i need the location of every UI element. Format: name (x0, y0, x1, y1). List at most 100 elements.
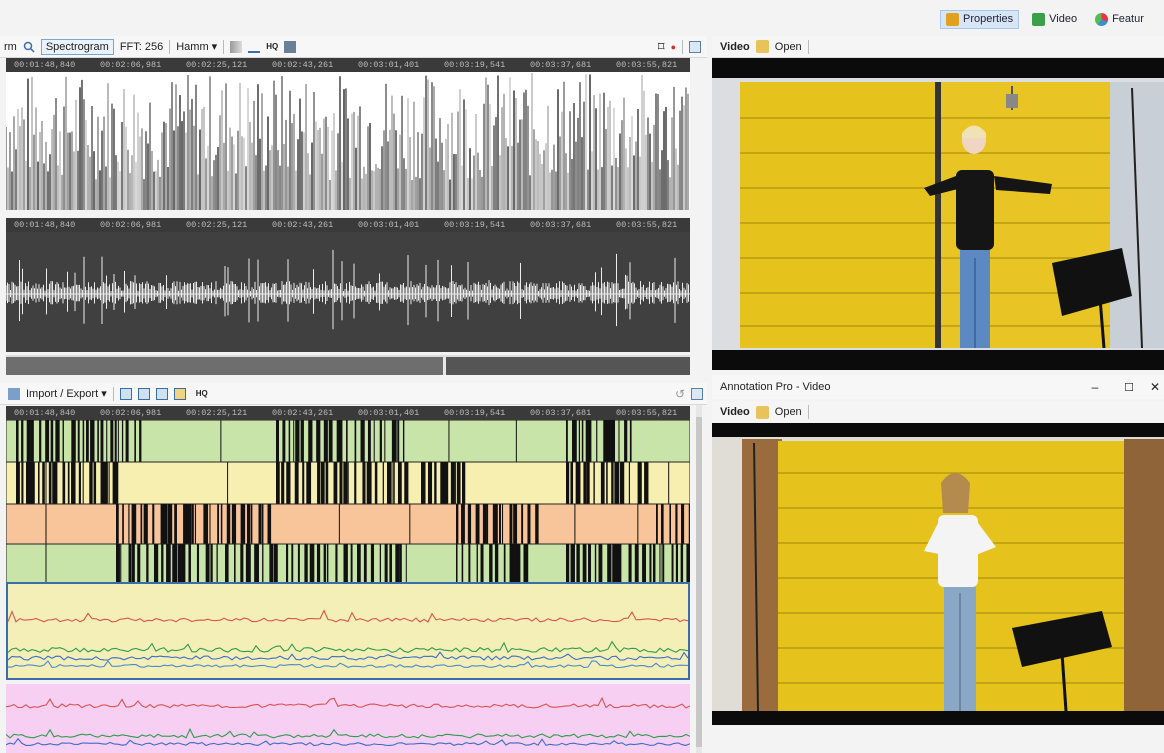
toolbar-separator (807, 39, 809, 54)
import-export-label: Import / Export (26, 388, 99, 400)
panel-icon[interactable] (689, 40, 701, 53)
time-ruler: 00:01:48,840 00:02:06,981 00:02:25,121 00:0… (6, 406, 690, 420)
toolbar-separator (223, 39, 225, 54)
import-export-icon (8, 387, 20, 400)
video-label: Video (720, 406, 750, 418)
video-icon (1032, 12, 1046, 26)
time-tick-label: 00:02:25,121 (186, 220, 248, 230)
time-tick-label: 00:03:01,401 (358, 220, 420, 230)
video-player-bottom[interactable] (712, 423, 1164, 725)
spectrogram-button[interactable]: Spectrogram (40, 38, 114, 55)
fft-size-dropdown[interactable]: FFT: 256 (120, 41, 163, 53)
toolbar-separator (169, 39, 171, 54)
features-icon (1095, 12, 1109, 26)
toolbar-separator (112, 386, 114, 401)
waveform-view[interactable] (6, 232, 690, 352)
feature-lines (6, 684, 690, 753)
tab-video[interactable]: Video (1027, 11, 1082, 28)
feature-lines (8, 584, 688, 678)
scrollbar-thumb[interactable] (6, 357, 446, 375)
time-tick-label: 00:02:43,261 (272, 408, 334, 418)
time-tick-label: 00:01:48,840 (14, 60, 76, 70)
time-tick-label: 00:03:19,541 (444, 60, 506, 70)
layer-list-icon[interactable] (119, 387, 132, 400)
contrast-icon[interactable] (230, 40, 243, 53)
video-toolbar: Video Open (712, 401, 1164, 423)
image-icon[interactable] (284, 40, 297, 53)
time-tick-label: 00:02:43,261 (272, 60, 334, 70)
spectrogram-view[interactable] (6, 72, 690, 210)
video-frame-image (712, 58, 1164, 370)
scrollbar-thumb[interactable] (696, 417, 702, 747)
window-title: Annotation Pro - Video (720, 381, 831, 393)
time-tick-label: 00:01:48,840 (14, 408, 76, 418)
properties-icon (946, 12, 959, 26)
annotation-tiers[interactable] (6, 420, 690, 585)
time-tick-label: 00:03:55,821 (616, 408, 678, 418)
time-tick-label: 00:02:43,261 (272, 220, 334, 230)
zoom-icon[interactable] (23, 41, 35, 53)
hq-label[interactable]: HQ (196, 389, 208, 398)
edit-icon[interactable] (137, 387, 150, 400)
time-tick-label: 00:02:25,121 (186, 60, 248, 70)
time-tick-label: 00:02:25,121 (186, 408, 248, 418)
time-tick-label: 00:03:19,541 (444, 220, 506, 230)
time-tick-label: 00:03:37,681 (530, 60, 592, 70)
panel-tab-bar: Properties Video Featur (940, 8, 1149, 30)
time-tick-label: 00:03:01,401 (358, 408, 420, 418)
maximize-button[interactable]: ☐ (1112, 381, 1146, 394)
folder-icon (755, 405, 769, 419)
window-function-dropdown[interactable]: Hamm ▾ (176, 40, 217, 53)
spectrogram-toolbar: rm Spectrogram FFT: 256 Hamm ▾ HQ ⌑ ● (0, 36, 707, 58)
annotation-toolbar: Import / Export ▾ HQ ↺ (0, 383, 707, 405)
overview-scrollbar[interactable] (6, 355, 690, 375)
video-toolbar: Video Open (712, 36, 1164, 58)
record-icon[interactable]: ● (671, 42, 676, 52)
video-player-top[interactable] (712, 58, 1164, 370)
time-tick-label: 00:03:37,681 (530, 408, 592, 418)
baseline-icon[interactable] (248, 41, 261, 53)
waveform-view-label[interactable]: rm (4, 41, 17, 53)
refresh-icon[interactable]: ↺ (675, 387, 685, 401)
tab-properties[interactable]: Properties (940, 9, 1020, 29)
open-button[interactable]: Open (775, 406, 802, 418)
time-tick-label: 00:03:19,541 (444, 408, 506, 418)
segment-icon[interactable] (155, 387, 168, 400)
hq-label[interactable]: HQ (266, 42, 278, 51)
spectrogram-image (6, 72, 689, 210)
time-tick-label: 00:02:06,981 (100, 408, 162, 418)
time-tick-label: 00:03:55,821 (616, 60, 678, 70)
time-tick-label: 00:03:55,821 (616, 220, 678, 230)
time-tick-label: 00:02:06,981 (100, 60, 162, 70)
pencil-icon[interactable] (173, 387, 186, 400)
feature-plot-pink[interactable] (6, 684, 690, 753)
panel-icon[interactable] (691, 387, 703, 400)
video-label: Video (720, 40, 750, 53)
video-window: Annotation Pro - Video – ☐ ✕ Video Open (712, 375, 1164, 753)
window-function-label: Hamm (176, 41, 209, 53)
folder-icon (755, 40, 769, 53)
time-tick-label: 00:01:48,840 (14, 220, 76, 230)
open-button[interactable]: Open (775, 41, 802, 53)
minimize-button[interactable]: – (1078, 380, 1112, 394)
toolbar-separator (682, 39, 683, 54)
tier-segments (6, 420, 690, 585)
time-ruler: 00:01:48,840 00:02:06,981 00:02:25,121 00:0… (6, 58, 690, 72)
close-button[interactable]: ✕ (1146, 380, 1164, 394)
toolbar-separator (807, 405, 809, 419)
tab-video-label: Video (1049, 13, 1078, 25)
tab-features-label: Featur (1112, 13, 1144, 25)
vertical-scrollbar[interactable] (696, 405, 702, 753)
window-title-bar: Annotation Pro - Video – ☐ ✕ (712, 375, 1164, 399)
time-tick-label: 00:02:06,981 (100, 220, 162, 230)
feature-plot-yellow[interactable] (6, 582, 690, 680)
time-tick-label: 00:03:37,681 (530, 220, 592, 230)
time-tick-label: 00:03:01,401 (358, 60, 420, 70)
waveform-image (6, 249, 690, 330)
tab-properties-label: Properties (963, 13, 1014, 25)
time-ruler: 00:01:48,840 00:02:06,981 00:02:25,121 00:0… (6, 218, 690, 232)
import-export-dropdown[interactable]: Import / Export ▾ (26, 387, 107, 400)
stop-icon[interactable]: ⌑ (658, 39, 665, 55)
video-frame-image (712, 423, 1164, 725)
tab-features[interactable]: Featur (1090, 11, 1149, 28)
